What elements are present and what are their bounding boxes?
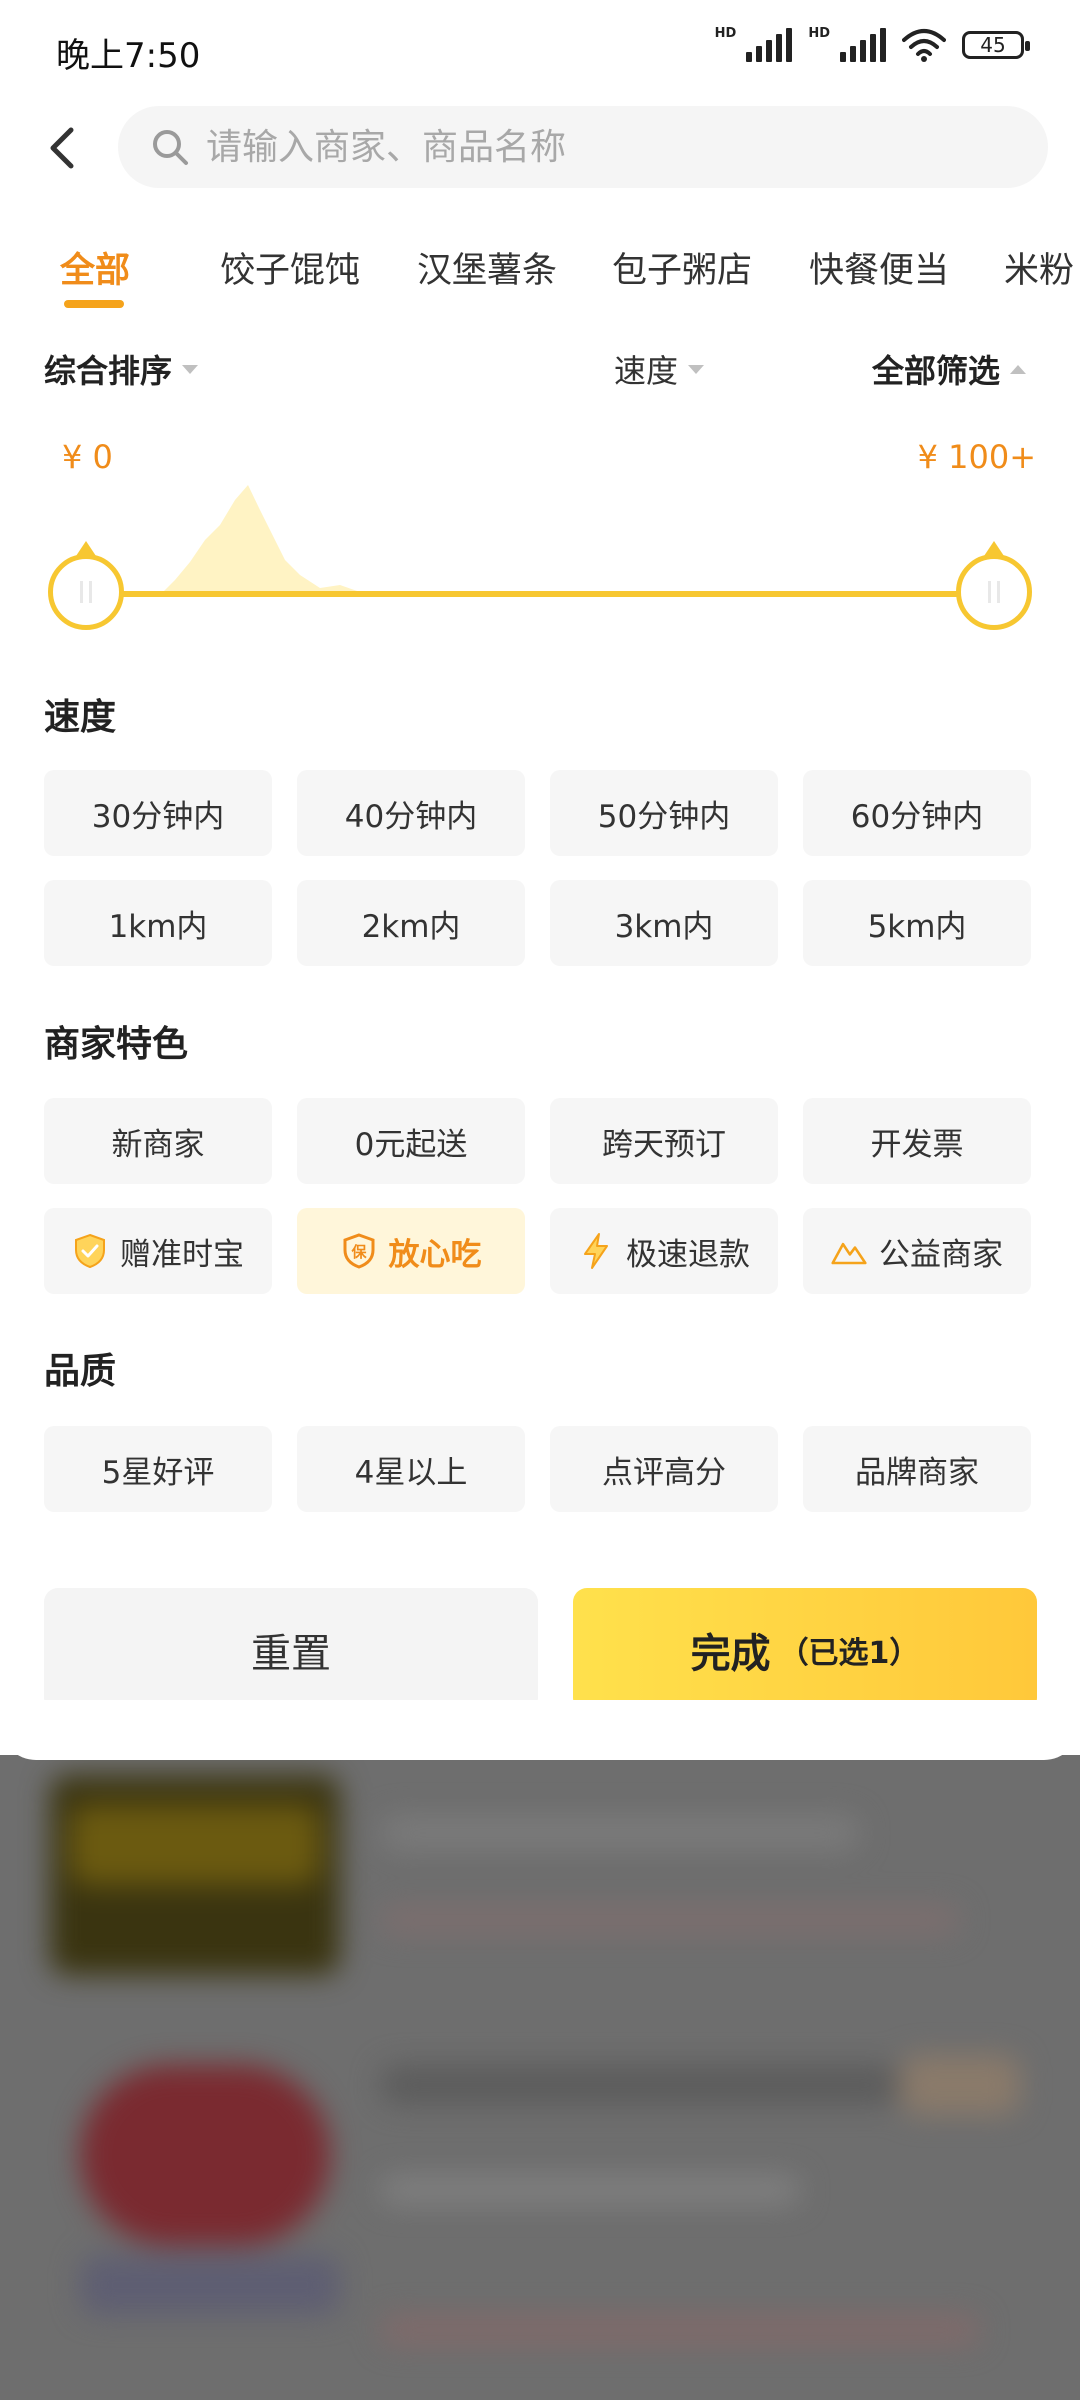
section-title-quality: 品质 [44,1351,117,1392]
chip-eat-assured[interactable]: 保 放心吃 [297,1208,525,1294]
tab-fast-food[interactable]: 快餐便当 [809,242,949,293]
sort-comprehensive-label: 综合排序 [44,352,173,390]
chip-50min[interactable]: 50分钟内 [550,770,778,856]
chip-40min[interactable]: 40分钟内 [297,770,525,856]
status-time: 晚上7:50 [56,36,201,76]
chip-30min[interactable]: 30分钟内 [44,770,272,856]
tab-burgers[interactable]: 汉堡薯条 [417,242,557,293]
status-icons: HD HD 45 [714,25,1030,62]
chip-invoice[interactable]: 开发票 [803,1098,1031,1184]
price-distribution-histogram [83,485,997,597]
chip-high-rating[interactable]: 点评高分 [550,1426,778,1512]
chip-5-star[interactable]: 5星好评 [44,1426,272,1512]
filter-panel-bottom-edge [0,1700,1080,1760]
done-button[interactable]: 完成 （已选1） [573,1588,1037,1712]
back-button[interactable] [32,118,92,178]
chip-eat-assured-label: 放心吃 [388,1236,482,1273]
chip-fast-refund-label: 极速退款 [626,1236,750,1273]
sort-comprehensive[interactable]: 综合排序 [44,346,199,392]
chip-fast-refund[interactable]: 极速退款 [550,1208,778,1294]
caret-down-icon [182,364,199,374]
sort-speed[interactable]: 速度 [614,346,705,392]
chip-new-merchant[interactable]: 新商家 [44,1098,272,1184]
caret-up-icon [1010,364,1027,374]
hd-label-2: HD [808,25,830,41]
active-tab-indicator [64,300,124,308]
chip-brand-merchant[interactable]: 品牌商家 [803,1426,1031,1512]
chip-3km[interactable]: 3km内 [550,880,778,966]
battery-icon: 45 [962,31,1030,59]
reset-button[interactable]: 重置 [44,1588,538,1712]
price-max-handle[interactable] [956,541,1032,630]
sort-speed-label: 速度 [614,352,679,390]
tab-all[interactable]: 全部 [60,242,130,293]
chip-5km[interactable]: 5km内 [803,880,1031,966]
blurred-shop-list [0,1755,1080,2400]
search-icon [148,125,192,169]
hd-label-1: HD [714,25,737,41]
section-title-speed: 速度 [44,697,117,738]
status-bar: 晚上7:50 HD HD 45 [0,0,1080,100]
signal-icon-1 [746,28,793,62]
search-box[interactable] [118,106,1048,188]
shield-check-icon [72,1233,108,1269]
tab-dumplings[interactable]: 饺子馄饨 [220,242,360,293]
done-button-label: 完成 [690,1631,771,1677]
tab-rice-noodles[interactable]: 米粉 [1004,242,1074,293]
svg-text:保: 保 [350,1243,367,1261]
background-dim-overlay[interactable] [0,1755,1080,2400]
chip-on-time-guarantee[interactable]: 赠准时宝 [44,1208,272,1294]
sort-all-filter-label: 全部筛选 [872,352,1001,390]
caret-down-icon [688,364,705,374]
sort-row: 综合排序 速度 全部筛选 [0,336,1080,396]
chip-zero-min-order[interactable]: 0元起送 [297,1098,525,1184]
chip-charity-merchant-label: 公益商家 [879,1236,1003,1273]
chip-cross-day-booking[interactable]: 跨天预订 [550,1098,778,1184]
section-title-features: 商家特色 [44,1024,189,1065]
search-input[interactable] [204,125,1008,169]
chip-charity-merchant[interactable]: 公益商家 [803,1208,1031,1294]
lightning-icon [578,1233,614,1269]
sort-all-filter[interactable]: 全部筛选 [872,346,1027,392]
shield-bao-icon: 保 [341,1233,377,1269]
mountain-icon [831,1233,867,1269]
price-range-slider[interactable] [0,470,1080,650]
wifi-icon [902,29,946,62]
search-row [0,100,1080,200]
category-tabs: 全部 饺子馄饨 汉堡薯条 包子粥店 快餐便当 米粉 [0,220,1080,310]
tab-buns-porridge[interactable]: 包子粥店 [612,242,752,293]
chip-60min[interactable]: 60分钟内 [803,770,1031,856]
chip-4-star-up[interactable]: 4星以上 [297,1426,525,1512]
chip-on-time-guarantee-label: 赠准时宝 [120,1236,244,1273]
chevron-left-icon [50,127,74,169]
chip-1km[interactable]: 1km内 [44,880,272,966]
signal-icon-2 [840,28,886,62]
price-min-handle[interactable] [48,541,124,630]
chip-2km[interactable]: 2km内 [297,880,525,966]
selected-count: （已选1） [778,1636,920,1671]
